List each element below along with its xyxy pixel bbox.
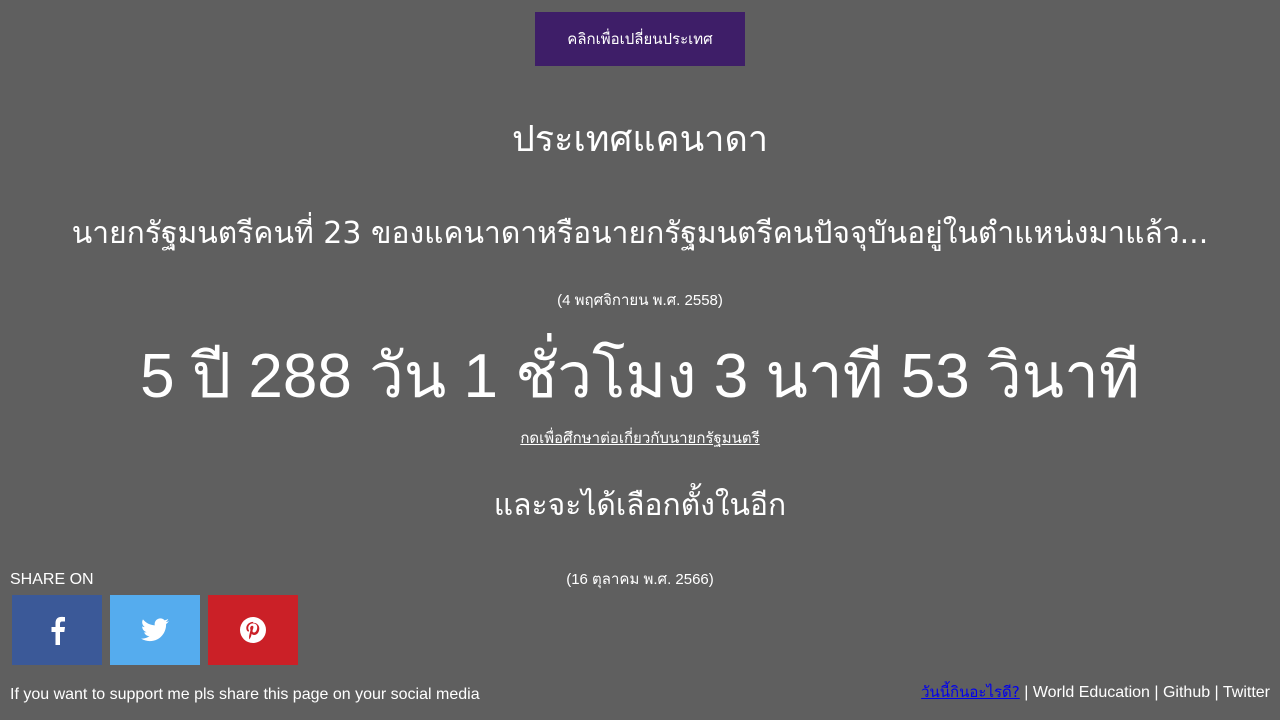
learn-more-container: กดเพื่อศึกษาต่อเกี่ยวกับนายกรัฐมนตรี	[0, 428, 1280, 448]
today-food-link[interactable]: วันนี้กินอะไรดี?	[921, 683, 1020, 701]
github-link[interactable]: Github	[1163, 684, 1210, 701]
change-country-button[interactable]: คลิกเพื่อเปลี่ยนประเทศ	[535, 12, 745, 66]
prime-minister-question: นายกรัฐมนตรีคนที่ 23 ของแคนาดาหรือนายกรั…	[71, 216, 1209, 251]
pinterest-share-button[interactable]	[208, 595, 298, 665]
page: คลิกเพื่อเปลี่ยนประเทศ ประเทศแคนาดา นายก…	[0, 0, 1280, 720]
footer-separator: |	[1149, 684, 1163, 701]
support-message: If you want to support me pls share this…	[10, 686, 480, 703]
footer-separator: |	[1210, 684, 1223, 701]
twitter-icon	[141, 618, 169, 642]
world-education-link[interactable]: World Education	[1033, 684, 1150, 701]
share-buttons	[12, 595, 298, 665]
twitter-share-button[interactable]	[110, 595, 200, 665]
election-label: และจะได้เลือกตั้งในอีก	[493, 488, 787, 523]
share-on-label: SHARE ON	[10, 571, 94, 588]
elapsed-time-counter: 5 ปี 288 วัน 1 ชั่วโมง 3 นาที 53 วินาที	[140, 342, 1140, 411]
facebook-share-button[interactable]	[12, 595, 102, 665]
since-date: (4 พฤศจิกายน พ.ศ. 2558)	[557, 292, 723, 309]
facebook-icon	[51, 616, 65, 645]
election-date: (16 ตุลาคม พ.ศ. 2566)	[566, 571, 714, 588]
learn-more-link[interactable]: กดเพื่อศึกษาต่อเกี่ยวกับนายกรัฐมนตรี	[520, 429, 759, 447]
twitter-link[interactable]: Twitter	[1223, 684, 1270, 701]
pinterest-icon	[240, 617, 266, 643]
footer-links: วันนี้กินอะไรดี? | World Education | Git…	[921, 682, 1270, 703]
footer-separator: |	[1019, 684, 1033, 701]
country-title: ประเทศแคนาดา	[511, 119, 769, 160]
